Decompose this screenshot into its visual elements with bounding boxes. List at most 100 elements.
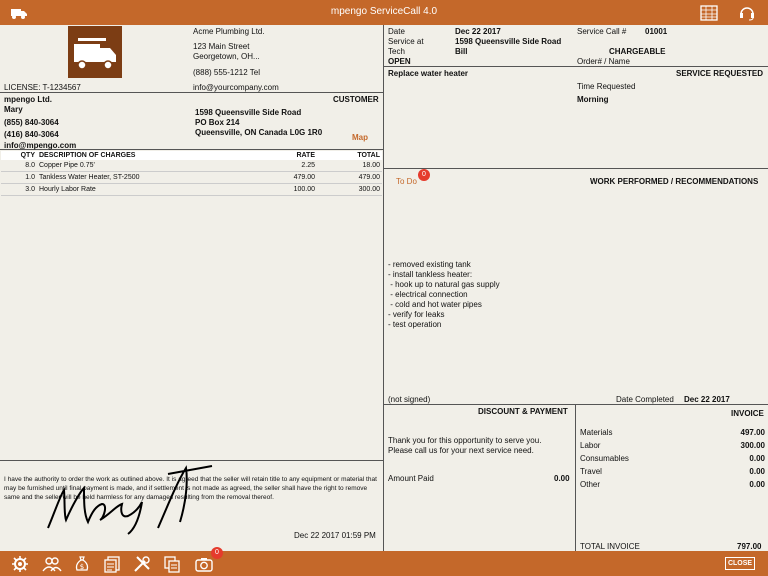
table-row[interactable]: 1.0 Tankless Water Heater, ST-2500 479.0… bbox=[1, 171, 382, 184]
invoice-row-value: 300.00 bbox=[740, 441, 765, 450]
tech-label: Tech bbox=[388, 47, 405, 56]
todo-button[interactable]: To Do bbox=[396, 177, 417, 186]
copy-icon[interactable] bbox=[162, 554, 182, 573]
thank-you-text: Thank you for this opportunity to serve … bbox=[388, 436, 542, 455]
company-email: info@yourcompany.com bbox=[193, 83, 279, 92]
documents-icon[interactable] bbox=[102, 554, 122, 573]
work-line: - install tankless heater: bbox=[388, 270, 473, 279]
close-button[interactable]: CLOSE bbox=[725, 557, 755, 570]
company-address1: 123 Main Street bbox=[193, 42, 250, 51]
map-link[interactable]: Map bbox=[352, 133, 368, 142]
row-total: 479.00 bbox=[317, 171, 382, 184]
call-status[interactable]: OPEN bbox=[388, 57, 411, 66]
company-logo bbox=[68, 26, 122, 78]
invoice-row-value: 0.00 bbox=[749, 467, 765, 476]
customer-address2: PO Box 214 bbox=[195, 118, 240, 127]
tech-value[interactable]: Bill bbox=[455, 47, 467, 56]
invoice-row: Consumables 0.00 bbox=[580, 452, 765, 465]
date-completed-label: Date Completed bbox=[616, 395, 674, 404]
discount-payment-label: DISCOUNT & PAYMENT bbox=[478, 407, 568, 416]
customer-contact: Mary bbox=[4, 105, 23, 114]
invoice-row: Materials 497.00 bbox=[580, 426, 765, 439]
company-name: Acme Plumbing Ltd. bbox=[193, 27, 265, 36]
service-requested-label: SERVICE REQUESTED bbox=[676, 69, 763, 78]
service-requested-text[interactable]: Replace water heater bbox=[388, 69, 468, 78]
camera-count-badge: 0 bbox=[211, 547, 223, 559]
charges-header-row: QTY DESCRIPTION OF CHARGES RATE TOTAL bbox=[1, 151, 382, 160]
order-label[interactable]: Order# / Name bbox=[577, 57, 630, 66]
invoice-row-value: 0.00 bbox=[749, 454, 765, 463]
work-line: - electrical connection bbox=[388, 290, 468, 299]
table-row[interactable]: 8.0 Copper Pipe 0.75' 2.25 18.00 bbox=[1, 160, 382, 172]
time-requested-value[interactable]: Morning bbox=[577, 95, 609, 104]
camera-icon[interactable] bbox=[194, 554, 214, 573]
settings-gear-icon[interactable] bbox=[10, 554, 30, 573]
svg-text:$: $ bbox=[80, 563, 84, 571]
invoice-row-value: 497.00 bbox=[740, 428, 765, 437]
service-call-number: 01001 bbox=[645, 27, 668, 36]
row-qty: 8.0 bbox=[1, 160, 37, 172]
company-address2: Georgetown, OH... bbox=[193, 52, 260, 61]
work-line: - test operation bbox=[388, 320, 442, 329]
service-call-label: Service Call # bbox=[577, 27, 627, 36]
work-performed-label: WORK PERFORMED / RECOMMENDATIONS bbox=[590, 177, 759, 186]
amount-paid-label: Amount Paid bbox=[388, 474, 434, 483]
work-performed-text[interactable]: - removed existing tank - install tankle… bbox=[388, 260, 500, 330]
signature-date: Dec 22 2017 01:59 PM bbox=[294, 531, 376, 540]
invoice-row-label: Other bbox=[580, 480, 601, 489]
total-invoice-label: TOTAL INVOICE bbox=[580, 542, 640, 551]
invoice-row: Labor 300.00 bbox=[580, 439, 765, 452]
customer-address1: 1598 Queensville Side Road bbox=[195, 108, 302, 117]
row-rate: 479.00 bbox=[247, 171, 317, 184]
customer-phone1[interactable]: (855) 840-3064 bbox=[4, 118, 59, 127]
row-qty: 3.0 bbox=[1, 183, 37, 196]
signed-status: (not signed) bbox=[388, 395, 431, 404]
date-label: Date bbox=[388, 27, 405, 36]
time-requested-label: Time Requested bbox=[577, 82, 636, 91]
invoice-row-label: Materials bbox=[580, 428, 613, 437]
date-completed-value: Dec 22 2017 bbox=[684, 395, 730, 404]
charges-table: QTY DESCRIPTION OF CHARGES RATE TOTAL 8.… bbox=[1, 151, 382, 196]
customer-address3: Queensville, ON Canada L0G 1R0 bbox=[195, 128, 323, 137]
customers-icon[interactable] bbox=[42, 554, 62, 573]
row-total: 18.00 bbox=[317, 160, 382, 172]
work-line: - verify for leaks bbox=[388, 310, 445, 319]
customer-label: CUSTOMER bbox=[333, 95, 379, 104]
row-description: Tankless Water Heater, ST-2500 bbox=[37, 171, 247, 184]
tools-icon[interactable] bbox=[132, 554, 152, 573]
calendar-icon[interactable] bbox=[698, 3, 720, 22]
row-description: Hourly Labor Rate bbox=[37, 183, 247, 196]
customer-phone2[interactable]: (416) 840-3064 bbox=[4, 130, 59, 139]
date-value: Dec 22 2017 bbox=[455, 27, 501, 36]
chargeable-status[interactable]: CHARGEABLE bbox=[609, 47, 665, 56]
work-line: - hook up to natural gas supply bbox=[388, 280, 500, 289]
row-total: 300.00 bbox=[317, 183, 382, 196]
bottom-toolbar: $ 0 CLOSE bbox=[0, 547, 768, 576]
headset-icon[interactable] bbox=[736, 3, 758, 22]
col-description: DESCRIPTION OF CHARGES bbox=[37, 151, 247, 160]
invoice-row-label: Labor bbox=[580, 441, 601, 450]
money-bag-icon[interactable]: $ bbox=[72, 554, 92, 573]
license: LICENSE: T-1234567 bbox=[4, 83, 81, 92]
invoice-row-label: Travel bbox=[580, 467, 602, 476]
top-bar: mpengo ServiceCall 4.0 bbox=[0, 0, 768, 25]
amount-paid-value[interactable]: 0.00 bbox=[554, 474, 570, 483]
row-qty: 1.0 bbox=[1, 171, 37, 184]
todo-count-badge: 0 bbox=[418, 169, 430, 181]
signature[interactable] bbox=[40, 462, 220, 537]
customer-name[interactable]: mpengo Ltd. bbox=[4, 95, 52, 104]
col-qty: QTY bbox=[1, 151, 37, 160]
service-at-value: 1598 Queensville Side Road bbox=[455, 37, 562, 46]
row-rate: 100.00 bbox=[247, 183, 317, 196]
table-row[interactable]: 3.0 Hourly Labor Rate 100.00 300.00 bbox=[1, 183, 382, 196]
customer-email[interactable]: info@mpengo.com bbox=[4, 141, 76, 150]
work-line: - removed existing tank bbox=[388, 260, 471, 269]
total-invoice-value: 797.00 bbox=[737, 542, 762, 551]
service-at-label: Service at bbox=[388, 37, 424, 46]
row-rate: 2.25 bbox=[247, 160, 317, 172]
col-total: TOTAL bbox=[317, 151, 382, 160]
col-rate: RATE bbox=[247, 151, 317, 160]
invoice-row-label: Consumables bbox=[580, 454, 629, 463]
work-line: - cold and hot water pipes bbox=[388, 300, 482, 309]
invoice-summary: Materials 497.00 Labor 300.00 Consumables 0… bbox=[580, 426, 765, 491]
